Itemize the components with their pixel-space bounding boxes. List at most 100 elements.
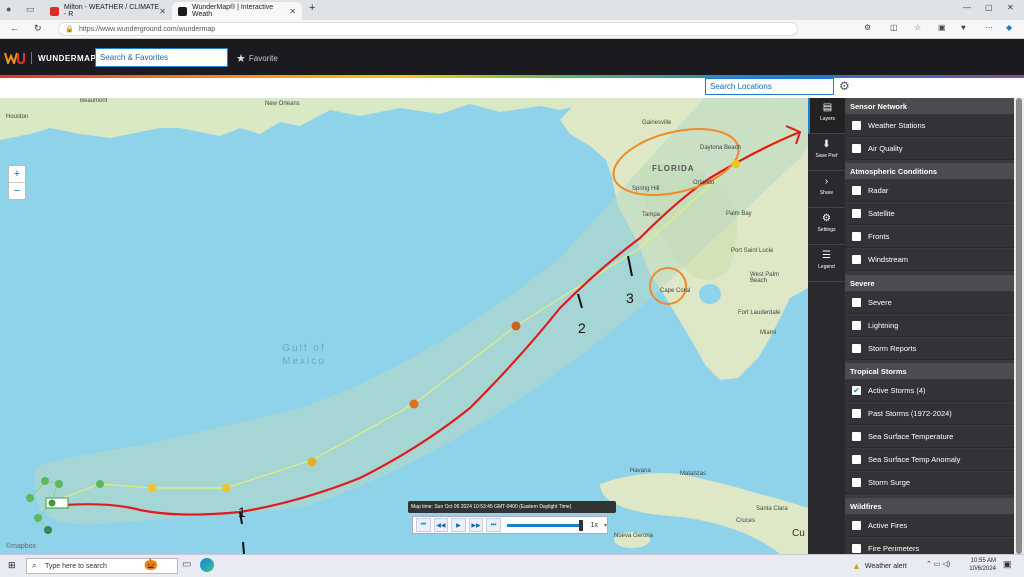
track-point: [44, 526, 52, 534]
refresh-icon[interactable]: ↻: [34, 23, 42, 34]
more-menu-icon[interactable]: ⋯: [985, 23, 993, 32]
layer-air-quality[interactable]: Air Quality: [845, 138, 1014, 160]
search-favorites-input[interactable]: Search & Favorites: [95, 48, 228, 67]
favorites-icon[interactable]: ☆: [914, 23, 921, 32]
task-view-icon[interactable]: ▭: [182, 559, 191, 570]
chevron-down-icon[interactable]: ▾: [604, 522, 607, 529]
extensions-icon[interactable]: ⚙: [864, 23, 871, 32]
favorite-button[interactable]: ★ Favorite: [236, 52, 278, 65]
search-locations-input[interactable]: Search Locations: [705, 78, 834, 95]
close-tab-icon[interactable]: ✕: [159, 7, 166, 16]
checkbox[interactable]: [852, 186, 861, 195]
checkbox[interactable]: [852, 521, 861, 530]
tab-milton[interactable]: Milton - WEATHER / CLIMATE - R ✕: [44, 2, 172, 20]
annotation-number-3: 3: [626, 290, 634, 306]
back-icon[interactable]: ←: [10, 23, 19, 33]
maximize-icon[interactable]: ▢: [985, 3, 993, 12]
copilot-icon[interactable]: ◆: [1006, 23, 1012, 32]
layer-fire-perimeters[interactable]: Fire Perimeters: [845, 538, 1014, 554]
search-highlight-icon[interactable]: 🎃: [144, 558, 158, 571]
profile-icon[interactable]: ●: [6, 4, 11, 14]
clock[interactable]: 10:55 AM 10/6/2024: [969, 557, 996, 573]
layer-storm-reports[interactable]: Storm Reports: [845, 338, 1014, 360]
collections-icon[interactable]: ▣: [938, 23, 946, 32]
edge-browser-icon[interactable]: [200, 558, 214, 572]
panel-scrollbar[interactable]: [1014, 98, 1024, 554]
checkbox-checked[interactable]: ✔: [852, 386, 861, 395]
layer-severe[interactable]: Severe: [845, 292, 1014, 314]
layer-satellite[interactable]: Satellite: [845, 203, 1014, 225]
checkbox[interactable]: [852, 121, 861, 130]
checkbox[interactable]: [852, 209, 861, 218]
checkbox[interactable]: [852, 409, 861, 418]
checkbox[interactable]: [852, 255, 861, 264]
layer-active-storms[interactable]: ✔ Active Storms (4): [845, 380, 1014, 402]
layer-label: Air Quality: [868, 144, 903, 153]
system-tray-icons[interactable]: ⌃ ▭ ◁): [926, 560, 950, 568]
close-tab-icon[interactable]: ✕: [289, 7, 296, 16]
layer-sea-surface-temp[interactable]: Sea Surface Temperature: [845, 426, 1014, 448]
map-canvas[interactable]: Beaumont Houston New Orleans Gainesville…: [0, 98, 808, 554]
layer-label: Windstream: [868, 255, 909, 264]
legend-button[interactable]: ☰ Legend: [808, 246, 845, 282]
url-text: https://www.wunderground.com/wundermap: [79, 25, 216, 33]
layer-active-fires[interactable]: Active Fires: [845, 515, 1014, 537]
minimize-icon[interactable]: —: [963, 3, 971, 12]
map-settings-gear-icon[interactable]: ⚙: [839, 79, 850, 93]
zoom-control: + −: [8, 165, 26, 200]
zoom-in-button[interactable]: +: [9, 166, 25, 182]
timeline-slider[interactable]: [506, 519, 583, 531]
checkbox[interactable]: [852, 344, 861, 353]
checkbox[interactable]: [852, 144, 861, 153]
checkbox[interactable]: [852, 455, 861, 464]
city-label: Palm Bay: [726, 211, 752, 217]
wu-logo[interactable]: WUNDERMAP: [4, 51, 96, 65]
mapbox-attribution[interactable]: ©mapbox: [6, 543, 36, 550]
weather-alert[interactable]: ▲ Weather alert: [852, 561, 907, 571]
layer-radar[interactable]: Radar: [845, 180, 1014, 202]
save-pref-button[interactable]: ⬇ Save Pref: [808, 135, 845, 171]
play-button[interactable]: ▶: [451, 518, 466, 532]
settings-button[interactable]: ⚙ Settings: [808, 209, 845, 245]
checkbox[interactable]: [852, 232, 861, 241]
timeline-slider-handle[interactable]: [578, 519, 583, 531]
tab-wundermap[interactable]: WunderMap® | Interactive Weath ✕: [172, 2, 302, 20]
skip-back-button[interactable]: ⏮: [416, 518, 431, 532]
skip-forward-button[interactable]: ⏭: [486, 518, 501, 532]
layer-storm-surge[interactable]: Storm Surge: [845, 472, 1014, 494]
close-window-icon[interactable]: ✕: [1007, 3, 1014, 12]
layer-sst-anomaly[interactable]: Sea Surface Temp Anomaly: [845, 449, 1014, 471]
browser-essentials-icon[interactable]: ♥: [961, 23, 966, 32]
notifications-icon[interactable]: ▣: [1003, 559, 1012, 570]
storm-icon: [48, 499, 56, 507]
layer-windstream[interactable]: Windstream: [845, 249, 1014, 271]
layers-button[interactable]: ▤ Layers: [808, 98, 845, 134]
checkbox[interactable]: [852, 478, 861, 487]
windows-start-icon[interactable]: ⊞: [8, 560, 16, 571]
share-button[interactable]: › Share: [808, 172, 845, 208]
scrollbar-thumb[interactable]: [1016, 98, 1022, 554]
step-back-button[interactable]: ◀◀: [433, 518, 449, 532]
checkbox[interactable]: [852, 298, 861, 307]
layer-label: Storm Surge: [868, 478, 911, 487]
checkbox[interactable]: [852, 432, 861, 441]
layer-lightning[interactable]: Lightning: [845, 315, 1014, 337]
wundermap-favicon-icon: [178, 6, 187, 16]
checkbox[interactable]: [852, 321, 861, 330]
layer-weather-stations[interactable]: Weather Stations: [845, 115, 1014, 137]
layer-past-storms[interactable]: Past Storms (1972-2024): [845, 403, 1014, 425]
layer-label: Active Fires: [868, 521, 908, 530]
warning-icon: ▲: [852, 561, 861, 571]
step-forward-button[interactable]: ▶▶: [468, 518, 484, 532]
split-screen-icon[interactable]: ◫: [890, 23, 898, 32]
zoom-out-button[interactable]: −: [9, 182, 25, 199]
url-field[interactable]: 🔒 https://www.wunderground.com/wundermap: [58, 22, 798, 36]
layer-fronts[interactable]: Fronts: [845, 226, 1014, 248]
checkbox[interactable]: [852, 544, 861, 553]
playback-speed-select[interactable]: 1x: [591, 522, 598, 529]
tab-actions-icon[interactable]: ▭: [26, 4, 35, 15]
new-tab-button[interactable]: +: [309, 2, 315, 14]
list-icon: ☰: [822, 250, 831, 261]
city-label: Cu: [792, 528, 805, 539]
city-label: Spring Hill: [632, 186, 660, 192]
